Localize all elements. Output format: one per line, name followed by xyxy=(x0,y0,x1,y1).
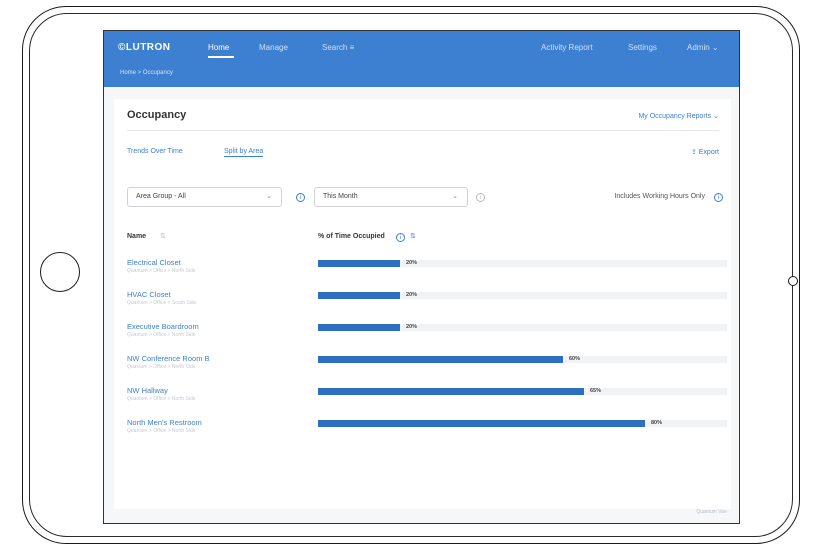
nav-activity-report[interactable]: Activity Report xyxy=(541,43,593,52)
occupancy-bar-track: 20% xyxy=(318,292,727,299)
occupancy-bar xyxy=(318,260,400,267)
nav-active-underline xyxy=(208,56,234,58)
app-screen: ©LUTRON Home Manage Search ≡ Activity Re… xyxy=(103,30,740,524)
occupancy-percent-label: 80% xyxy=(651,420,663,426)
area-path: Quantum > Office > North Side xyxy=(127,332,196,338)
page-title: Occupancy xyxy=(127,109,187,121)
occupancy-percent-label: 20% xyxy=(406,260,418,266)
nav-home[interactable]: Home xyxy=(208,43,229,52)
working-hours-note: Includes Working Hours Only xyxy=(614,193,705,200)
period-info-icon[interactable]: i xyxy=(476,193,485,202)
sort-descending-icon[interactable]: ⇅ xyxy=(410,232,416,240)
column-header-name[interactable]: Name xyxy=(127,233,146,240)
area-path: Quantum > Office > North Side xyxy=(127,268,196,274)
nav-settings[interactable]: Settings xyxy=(628,43,657,52)
top-navigation-bar: ©LUTRON Home Manage Search ≡ Activity Re… xyxy=(104,31,739,87)
lutron-logo: ©LUTRON xyxy=(118,42,171,53)
area-path: Quantum > Office > North Side xyxy=(127,364,196,370)
occupancy-bar xyxy=(318,420,645,427)
area-name-link[interactable]: North Men's Restroom xyxy=(127,418,202,427)
time-occupied-info-icon[interactable]: i xyxy=(396,233,405,242)
column-header-time-occupied[interactable]: % of Time Occupied xyxy=(318,233,385,240)
chevron-down-icon: ⌄ xyxy=(266,193,272,200)
time-period-value: This Month xyxy=(323,193,358,200)
area-group-value: Area Group - All xyxy=(136,193,186,200)
occupancy-percent-label: 20% xyxy=(406,292,418,298)
occupancy-bar xyxy=(318,388,584,395)
occupancy-percent-label: 20% xyxy=(406,324,418,330)
occupancy-bar-track: 65% xyxy=(318,388,727,395)
occupancy-bar xyxy=(318,356,563,363)
nav-admin[interactable]: Admin ⌄ xyxy=(687,43,719,52)
chevron-down-icon: ⌄ xyxy=(452,193,458,200)
time-period-select[interactable]: This Month ⌄ xyxy=(314,187,468,207)
area-name-link[interactable]: Executive Boardroom xyxy=(127,322,199,331)
occupancy-percent-label: 60% xyxy=(569,356,581,362)
area-name-link[interactable]: Electrical Closet xyxy=(127,258,181,267)
export-button[interactable]: ⇪ Export xyxy=(691,148,719,156)
area-path: Quantum > Office > North Side xyxy=(127,396,196,402)
area-name-link[interactable]: NW Hallway xyxy=(127,386,168,395)
area-name-link[interactable]: NW Conference Room B xyxy=(127,354,210,363)
occupancy-percent-label: 65% xyxy=(590,388,602,394)
area-path: Quantum > Office > North Side xyxy=(127,428,196,434)
area-path: Quantum > Office > South Side xyxy=(127,300,197,306)
working-hours-info-icon[interactable]: i xyxy=(714,193,723,202)
tablet-home-button xyxy=(40,252,80,292)
nav-search[interactable]: Search ≡ xyxy=(322,43,354,52)
occupancy-bar xyxy=(318,292,400,299)
sort-icon[interactable]: ⇅ xyxy=(160,232,166,240)
nav-manage[interactable]: Manage xyxy=(259,43,288,52)
tablet-camera xyxy=(788,276,798,286)
title-divider xyxy=(127,130,719,131)
area-name-link[interactable]: HVAC Closet xyxy=(127,290,171,299)
my-occupancy-reports-link[interactable]: My Occupancy Reports ⌄ xyxy=(638,112,719,120)
occupancy-bar-track: 80% xyxy=(318,420,727,427)
area-group-info-icon[interactable]: i xyxy=(296,193,305,202)
occupancy-bar-track: 20% xyxy=(318,260,727,267)
tab-split-by-area[interactable]: Split by Area xyxy=(224,148,264,157)
occupancy-bar-track: 60% xyxy=(318,356,727,363)
footer-brand: Quantum Vue xyxy=(696,509,727,515)
occupancy-panel: Occupancy My Occupancy Reports ⌄ Trends … xyxy=(114,99,731,509)
occupancy-bar xyxy=(318,324,400,331)
breadcrumb[interactable]: Home > Occupancy xyxy=(120,70,173,76)
occupancy-bar-track: 20% xyxy=(318,324,727,331)
area-group-select[interactable]: Area Group - All ⌄ xyxy=(127,187,282,207)
tab-trends-over-time[interactable]: Trends Over Time xyxy=(127,148,183,155)
